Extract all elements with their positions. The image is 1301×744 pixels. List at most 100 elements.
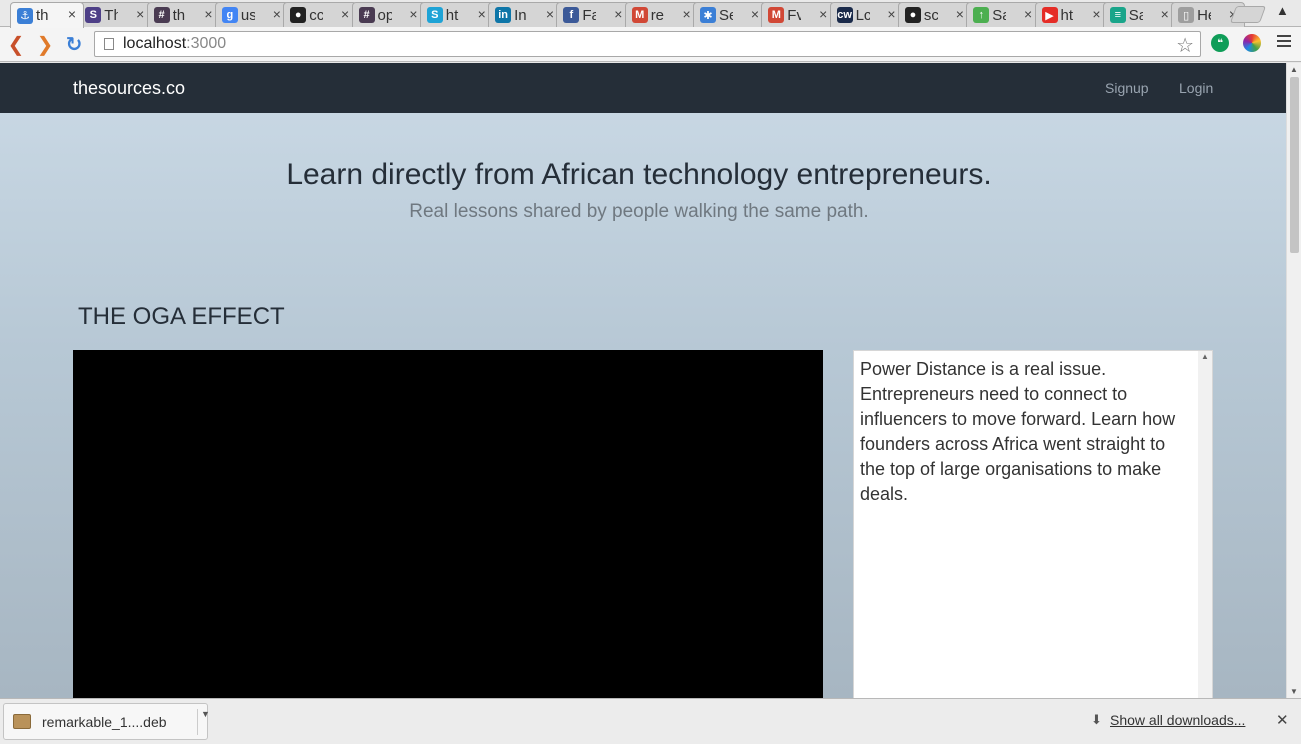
tab-close-icon[interactable]: × xyxy=(1161,6,1169,22)
hero-title: Learn directly from African technology e… xyxy=(286,158,992,191)
tab-close-icon[interactable]: × xyxy=(887,6,895,22)
tab-title: op xyxy=(377,6,392,24)
tab-close-icon[interactable]: × xyxy=(1092,6,1100,22)
page-icon: ▯ xyxy=(1178,7,1195,23)
forward-button[interactable]: ❯ xyxy=(34,33,56,56)
tab-title: Fa xyxy=(582,6,596,24)
cw-icon: cw xyxy=(836,7,853,23)
hangouts-extension-icon[interactable]: ❝ xyxy=(1211,34,1229,52)
browser-tab[interactable]: MFv × xyxy=(761,2,836,27)
tab-title: cc xyxy=(309,6,324,24)
download-menu-arrow-icon[interactable]: ▼ xyxy=(197,709,210,735)
tab-close-icon[interactable]: × xyxy=(409,6,417,22)
download-filename: remarkable_1....deb xyxy=(42,714,167,730)
tab-close-icon[interactable]: × xyxy=(751,6,759,22)
hash-icon: # xyxy=(358,7,375,23)
youtube-icon: ▶ xyxy=(1041,7,1058,23)
tab-title: th xyxy=(36,7,49,24)
browser-tab[interactable]: cwLc × xyxy=(829,2,904,27)
browser-tab[interactable]: Sht × xyxy=(419,2,494,27)
lesson-description-panel[interactable]: Power Distance is a real issue. Entrepre… xyxy=(853,350,1213,698)
download-item[interactable]: remarkable_1....deb ▼ xyxy=(3,703,210,740)
tab-close-icon[interactable]: × xyxy=(683,6,691,22)
download-arrow-icon: ⬇ xyxy=(1091,712,1102,727)
tab-close-icon[interactable]: × xyxy=(1024,6,1032,22)
site-brand[interactable]: thesources.co xyxy=(73,78,185,99)
scroll-up-arrow-icon[interactable]: ▲ xyxy=(1290,65,1298,74)
profile-icon[interactable]: ▲ xyxy=(1276,3,1289,18)
gmail-icon: M xyxy=(631,7,648,23)
scroll-thumb[interactable] xyxy=(1290,77,1299,253)
page-viewport: thesources.co Signup Login Learn directl… xyxy=(0,63,1286,698)
tab-close-icon[interactable]: × xyxy=(204,6,212,22)
page-scrollbar[interactable]: ▲ ▼ xyxy=(1286,63,1301,698)
tab-title: sc xyxy=(923,6,938,24)
browser-tab[interactable]: fFa × xyxy=(556,2,631,27)
tab-strip: ⚓th×STh×#th×gus×●cc×#op×Sht×inIn×fFa×Mre… xyxy=(0,0,1301,28)
tab-close-icon[interactable]: × xyxy=(341,6,349,22)
sheet-icon: ≡ xyxy=(1109,7,1126,23)
asterisk-icon: ✱ xyxy=(700,7,716,23)
site-navbar: thesources.co Signup Login xyxy=(0,63,1286,113)
tab-title: Sa xyxy=(1128,6,1143,24)
github-icon: ● xyxy=(290,7,307,23)
skype-icon: S xyxy=(426,7,443,23)
scroll-down-arrow-icon[interactable]: ▼ xyxy=(1290,687,1298,696)
tab-close-icon[interactable]: × xyxy=(614,6,622,22)
new-tab-button[interactable] xyxy=(1229,6,1267,23)
scroll-up-arrow-icon[interactable]: ▲ xyxy=(1201,352,1209,361)
s-circle-icon: S xyxy=(85,7,102,23)
tab-title: ht xyxy=(445,6,459,24)
back-button[interactable]: ❮ xyxy=(5,33,27,56)
browser-tab[interactable]: in In × xyxy=(488,2,563,27)
close-icon[interactable]: ✕ xyxy=(1276,711,1289,729)
tab-title: He xyxy=(1197,6,1211,24)
url-host: localhost xyxy=(123,35,187,52)
tab-title: In xyxy=(514,6,527,24)
browser-tab[interactable]: STh × xyxy=(78,2,153,27)
video-player[interactable] xyxy=(73,350,823,698)
menu-icon[interactable] xyxy=(1277,35,1291,49)
login-link[interactable]: Login xyxy=(1179,80,1213,96)
browser-tab[interactable]: ● sc × xyxy=(897,2,972,27)
signup-link[interactable]: Signup xyxy=(1105,80,1149,96)
browser-tab[interactable]: ▶ ht × xyxy=(1034,2,1109,27)
pin-icon: ⚓ xyxy=(17,7,33,24)
tab-title: Se xyxy=(719,6,733,24)
browser-tab[interactable]: ✱Se × xyxy=(693,2,767,27)
lesson-title: THE OGA EFFECT xyxy=(78,303,285,330)
address-bar[interactable]: localhost:3000 ☆ xyxy=(94,31,1201,57)
browser-toolbar: ❮ ❯ ↻ localhost:3000 ☆ ❝ xyxy=(0,27,1301,62)
browser-tab[interactable]: ↑Sa × xyxy=(966,2,1041,27)
tab-close-icon[interactable]: × xyxy=(273,6,281,22)
gmail-icon: M xyxy=(768,7,785,23)
page-icon xyxy=(104,38,114,50)
google-icon: g xyxy=(221,7,238,23)
github-icon: ● xyxy=(904,7,921,23)
tab-title: ht xyxy=(1060,6,1074,24)
tab-close-icon[interactable]: × xyxy=(819,6,827,22)
download-shelf: remarkable_1....deb ▼ ⬇ Show all downloa… xyxy=(0,698,1301,744)
tab-close-icon[interactable]: × xyxy=(478,6,486,22)
show-all-downloads-link[interactable]: Show all downloads... xyxy=(1110,712,1245,728)
tab-close-icon[interactable]: × xyxy=(136,6,144,22)
browser-tab[interactable]: ≡Sa × xyxy=(1102,2,1177,27)
description-scrollbar[interactable]: ▲ xyxy=(1198,351,1212,698)
tab-close-icon[interactable]: × xyxy=(956,6,964,22)
tab-title: Fv xyxy=(787,6,801,24)
tab-close-icon[interactable]: × xyxy=(68,6,76,22)
browser-tab[interactable]: gus × xyxy=(214,2,289,27)
browser-tab[interactable]: ● cc × xyxy=(283,2,358,27)
tab-title: Sa xyxy=(992,6,1006,24)
tab-title: Th xyxy=(104,6,118,24)
browser-tab[interactable]: Mre × xyxy=(624,2,699,27)
tab-close-icon[interactable]: × xyxy=(546,6,554,22)
color-picker-extension-icon[interactable] xyxy=(1243,34,1261,52)
browser-tab[interactable]: #op × xyxy=(351,2,426,27)
browser-tab[interactable]: # th × xyxy=(146,2,221,27)
reload-button[interactable]: ↻ xyxy=(63,33,85,56)
linkedin-icon: in xyxy=(495,7,512,23)
browser-tab[interactable]: ⚓ th × xyxy=(10,2,84,28)
tree-icon: ↑ xyxy=(973,7,990,23)
bookmark-star-icon[interactable]: ☆ xyxy=(1176,33,1194,58)
